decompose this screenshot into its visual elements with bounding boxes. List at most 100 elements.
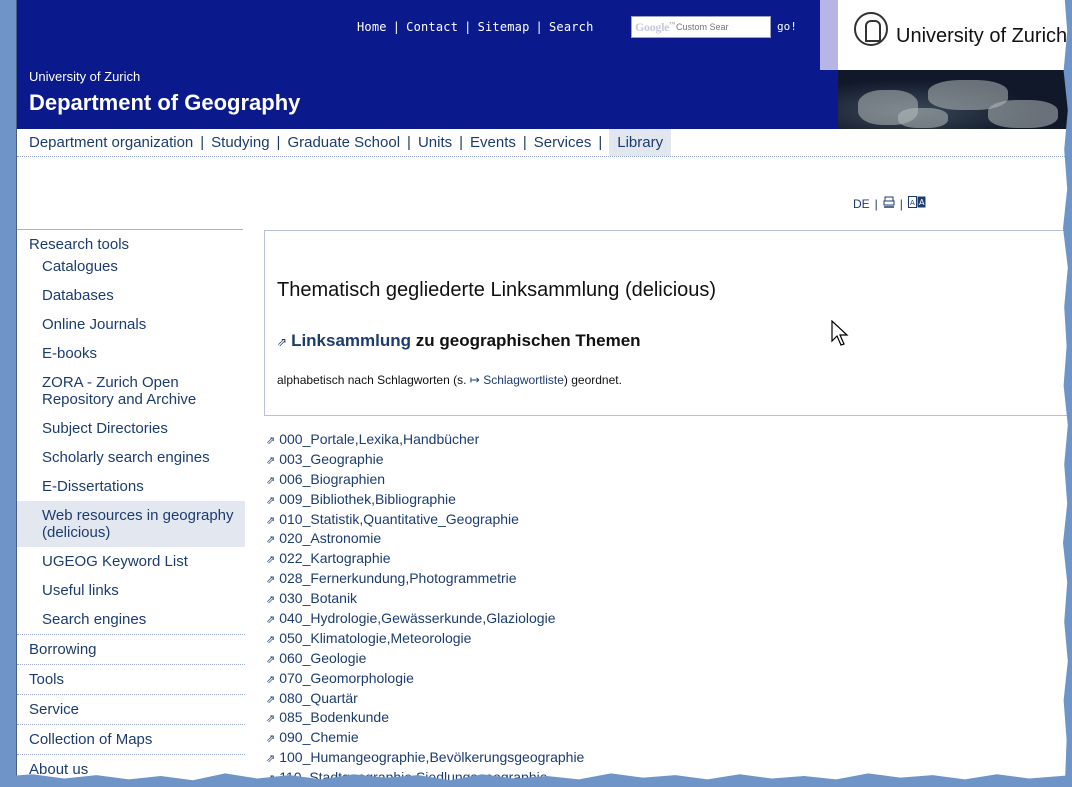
- list-item[interactable]: ⇗ 050_Klimatologie,Meteorologie: [266, 629, 584, 649]
- list-item-label[interactable]: 080_Quartär: [279, 690, 358, 706]
- arrow-icon: ↦: [469, 373, 480, 387]
- list-item-label[interactable]: 100_Humangeographie,Bevölkerungsgeograph…: [279, 749, 584, 765]
- nav-events[interactable]: Events: [470, 129, 516, 156]
- university-logo[interactable]: University of Zurich: [838, 0, 1072, 70]
- external-link-icon: ⇗: [266, 494, 276, 507]
- sidebar-borrowing[interactable]: Borrowing: [17, 635, 245, 665]
- nav-graduate-school[interactable]: Graduate School: [287, 129, 400, 156]
- header-accent-bar: [820, 0, 838, 70]
- page-tools: DE | | A A: [853, 196, 926, 211]
- list-item-label[interactable]: 006_Biographien: [279, 471, 385, 487]
- description-text: alphabetisch nach Schlagworten (s. ↦ Sch…: [277, 373, 622, 387]
- department-title[interactable]: Department of Geography: [29, 90, 300, 116]
- sidebar-item-e-books[interactable]: E-books: [17, 339, 245, 368]
- external-link-icon: ⇗: [266, 733, 276, 746]
- nav-department-organization[interactable]: Department organization: [29, 129, 193, 156]
- list-item[interactable]: ⇗ 006_Biographien: [266, 470, 584, 490]
- list-item[interactable]: ⇗ 090_Chemie: [266, 728, 584, 748]
- external-link-icon: ⇗: [266, 633, 276, 646]
- sidebar-item-web-resources[interactable]: Web resources in geography (delicious): [17, 501, 245, 547]
- list-item-label[interactable]: 050_Klimatologie,Meteorologie: [279, 630, 471, 646]
- external-link-icon: ⇗: [266, 713, 276, 726]
- svg-text:A: A: [919, 198, 925, 207]
- external-link-icon: ⇗: [266, 454, 276, 467]
- external-link-icon: ⇗: [266, 594, 276, 607]
- list-item[interactable]: ⇗ 020_Astronomie: [266, 529, 584, 549]
- sidebar-item-ugeog-keyword-list[interactable]: UGEOG Keyword List: [17, 547, 245, 576]
- logo-text: University of Zurich: [896, 25, 1068, 47]
- list-item[interactable]: ⇗ 010_Statistik,Quantitative_Geographie: [266, 510, 584, 530]
- list-item-label[interactable]: 010_Statistik,Quantitative_Geographie: [279, 511, 519, 527]
- list-item[interactable]: ⇗ 070_Geomorphologie: [266, 669, 584, 689]
- nav-library[interactable]: Library: [609, 129, 672, 156]
- external-link-icon: ⇗: [266, 614, 276, 627]
- browser-page: Home|Contact|Sitemap|Search Google™ go! …: [16, 0, 1072, 787]
- sidebar-collection-of-maps[interactable]: Collection of Maps: [17, 725, 245, 755]
- list-item-label[interactable]: 028_Fernerkundung,Photogrammetrie: [279, 570, 516, 586]
- sidebar-item-scholarly-search-engines[interactable]: Scholarly search engines: [17, 443, 245, 472]
- nav-studying[interactable]: Studying: [211, 129, 269, 156]
- sidebar-item-e-dissertations[interactable]: E-Dissertations: [17, 472, 245, 501]
- list-item-label[interactable]: 070_Geomorphologie: [279, 670, 414, 686]
- list-item[interactable]: ⇗ 060_Geologie: [266, 649, 584, 669]
- external-link-icon: ⇗: [266, 693, 276, 706]
- external-link-icon: ⇗: [266, 653, 276, 666]
- nav-units[interactable]: Units: [418, 129, 452, 156]
- list-item[interactable]: ⇗ 080_Quartär: [266, 689, 584, 709]
- mouse-cursor-icon: [831, 320, 849, 346]
- university-label: University of Zurich: [29, 69, 141, 84]
- list-item[interactable]: ⇗ 085_Bodenkunde: [266, 708, 584, 728]
- print-icon[interactable]: [883, 196, 895, 211]
- list-item-label[interactable]: 060_Geologie: [279, 650, 366, 666]
- language-switch-de[interactable]: DE: [853, 197, 870, 211]
- external-link-icon: ⇗: [277, 335, 288, 349]
- go-button[interactable]: go!: [777, 20, 797, 33]
- nav-services[interactable]: Services: [534, 129, 592, 156]
- list-item-label[interactable]: 000_Portale,Lexika,Handbücher: [279, 431, 479, 447]
- sidebar-item-databases[interactable]: Databases: [17, 281, 245, 310]
- sidebar-item-useful-links[interactable]: Useful links: [17, 576, 245, 605]
- top-nav-contact[interactable]: Contact: [406, 20, 458, 34]
- list-item-label[interactable]: 040_Hydrologie,Gewässerkunde,Glaziologie: [279, 610, 555, 626]
- list-item-label[interactable]: 009_Bibliothek,Bibliographie: [279, 491, 456, 507]
- sidebar-item-search-engines[interactable]: Search engines: [17, 605, 245, 635]
- font-size-icon[interactable]: AA: [907, 196, 926, 211]
- site-header: Home|Contact|Sitemap|Search Google™ go! …: [17, 0, 1072, 129]
- external-link-icon: ⇗: [266, 673, 276, 686]
- list-item[interactable]: ⇗ 030_Botanik: [266, 589, 584, 609]
- top-nav-sitemap[interactable]: Sitemap: [478, 20, 530, 34]
- list-item[interactable]: ⇗ 040_Hydrologie,Gewässerkunde,Glaziologi…: [266, 609, 584, 629]
- linksammlung-link[interactable]: Linksammlung: [291, 331, 411, 350]
- list-item-label[interactable]: 090_Chemie: [279, 729, 358, 745]
- top-nav-home[interactable]: Home: [357, 20, 387, 34]
- google-logo: Google™: [635, 20, 675, 34]
- list-item-label[interactable]: 003_Geographie: [279, 451, 383, 467]
- top-nav: Home | Contact | Sitemap | Search: [357, 20, 594, 34]
- external-link-icon: ⇗: [266, 574, 276, 587]
- sidebar: Research tools Catalogues Databases Onli…: [17, 229, 245, 785]
- list-item[interactable]: ⇗ 000_Portale,Lexika,Handbücher: [266, 430, 584, 450]
- list-item-label[interactable]: 030_Botanik: [279, 590, 357, 606]
- list-item[interactable]: ⇗ 028_Fernerkundung,Photogrammetrie: [266, 569, 584, 589]
- external-link-icon: ⇗: [266, 514, 276, 527]
- top-nav-search[interactable]: Search: [549, 20, 594, 34]
- sub-heading: ⇗ Linksammlung zu geographischen Themen: [277, 331, 641, 350]
- sidebar-item-online-journals[interactable]: Online Journals: [17, 310, 245, 339]
- external-link-icon: ⇗: [266, 554, 276, 567]
- list-item[interactable]: ⇗ 022_Kartographie: [266, 549, 584, 569]
- sidebar-tools[interactable]: Tools: [17, 665, 245, 695]
- list-item[interactable]: ⇗ 003_Geographie: [266, 450, 584, 470]
- list-item[interactable]: ⇗ 100_Humangeographie,Bevölkerungsgeograp…: [266, 748, 584, 768]
- sidebar-service[interactable]: Service: [17, 695, 245, 725]
- external-link-icon: ⇗: [266, 534, 276, 547]
- sidebar-item-subject-directories[interactable]: Subject Directories: [17, 414, 245, 443]
- search-box: Google™: [631, 16, 771, 38]
- list-item-label[interactable]: 020_Astronomie: [279, 530, 381, 546]
- list-item[interactable]: ⇗ 009_Bibliothek,Bibliographie: [266, 490, 584, 510]
- list-item-label[interactable]: 022_Kartographie: [279, 550, 390, 566]
- external-link-icon: ⇗: [266, 474, 276, 487]
- header-europe-image: [838, 70, 1072, 129]
- list-item-label[interactable]: 085_Bodenkunde: [279, 709, 389, 725]
- sidebar-item-zora[interactable]: ZORA - Zurich Open Repository and Archiv…: [17, 368, 245, 414]
- schlagwortliste-link[interactable]: Schlagwortliste: [483, 373, 564, 387]
